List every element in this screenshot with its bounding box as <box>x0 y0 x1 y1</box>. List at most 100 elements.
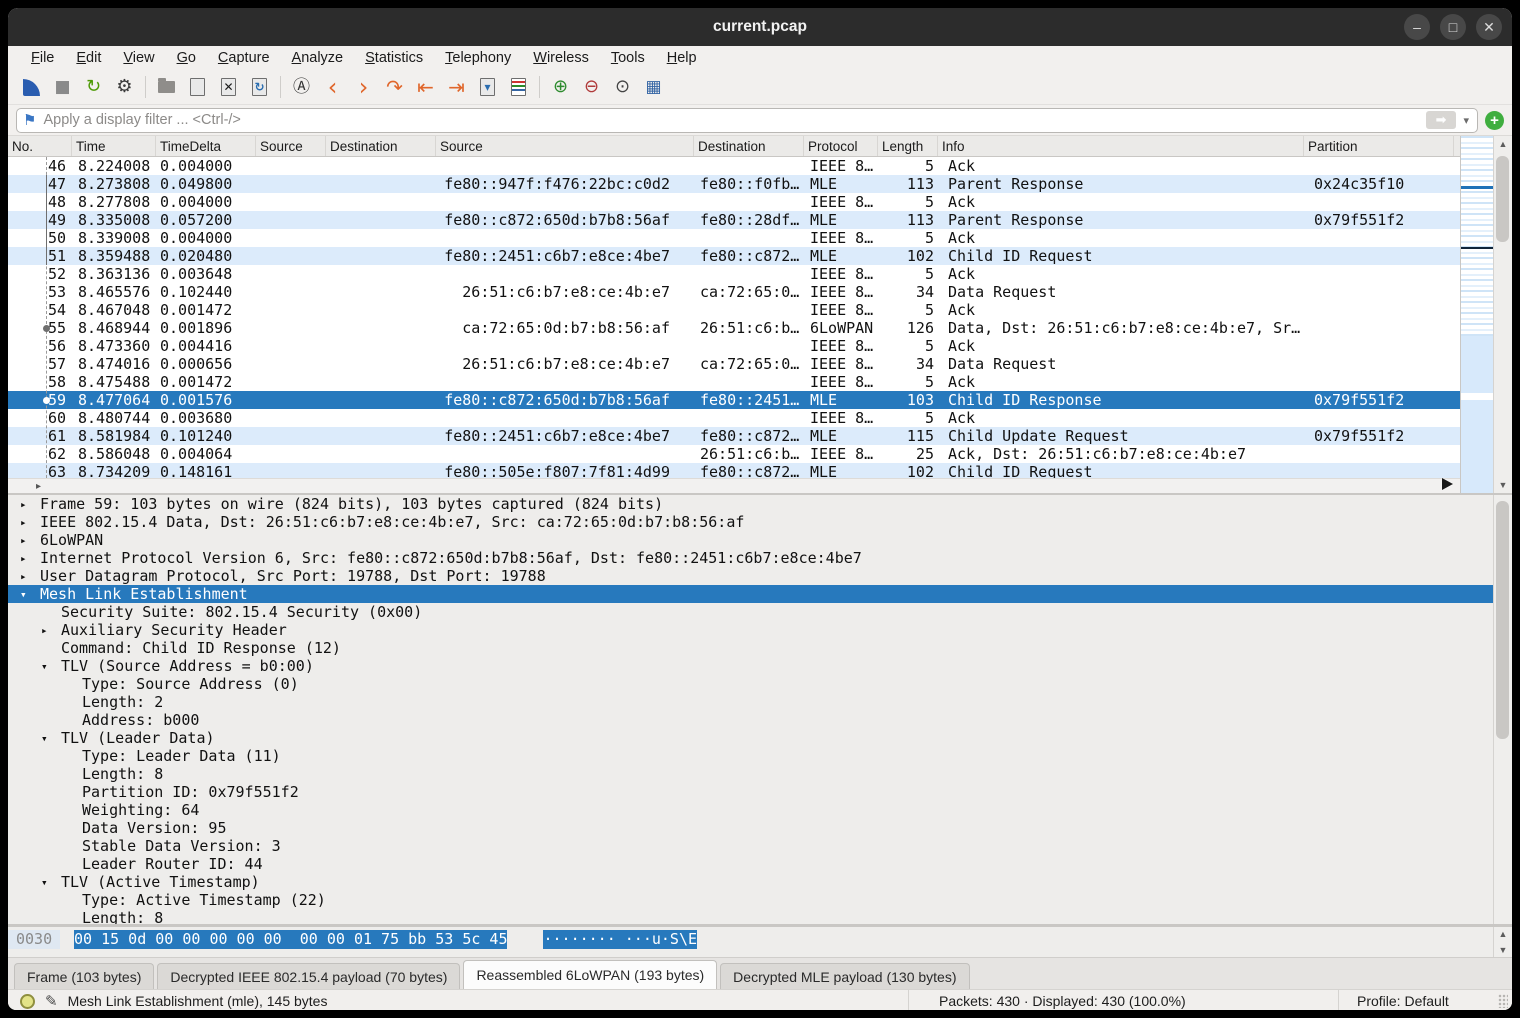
detail-row[interactable]: Partition ID: 0x79f551f2 <box>8 783 1493 801</box>
resize-grip[interactable] <box>1498 994 1508 1008</box>
menu-view[interactable]: View <box>112 49 165 67</box>
detail-row[interactable]: Type: Leader Data (11) <box>8 747 1493 765</box>
hex-row[interactable]: 0030 00 15 0d 00 00 00 00 00 00 00 01 75… <box>8 927 1493 957</box>
detail-row[interactable]: ▸Auxiliary Security Header <box>8 621 1493 639</box>
detail-vscrollbar[interactable] <box>1493 495 1512 924</box>
packet-row-59[interactable]: 598.4770640.001576fe80::c872:650d:b7b8:5… <box>8 391 1460 409</box>
maximize-button[interactable]: □ <box>1440 14 1466 40</box>
close-file-button[interactable]: ✕ <box>213 73 244 101</box>
scrollbar-thumb[interactable] <box>1496 156 1509 242</box>
detail-row[interactable]: Length: 8 <box>8 765 1493 783</box>
expanded-twisty-icon[interactable]: ▾ <box>41 873 61 891</box>
expanded-twisty-icon[interactable]: ▾ <box>41 729 61 747</box>
packet-list-vscrollbar[interactable]: ▲ ▼ <box>1493 136 1512 493</box>
detail-row[interactable]: Security Suite: 802.15.4 Security (0x00) <box>8 603 1493 621</box>
column-header-dst15[interactable]: Destination <box>326 136 436 156</box>
minimize-button[interactable]: – <box>1404 14 1430 40</box>
packet-row-63[interactable]: 638.7342090.148161fe80::505e:f807:7f81:4… <box>8 463 1460 478</box>
colorize-packets-button[interactable] <box>503 73 534 101</box>
find-packet-button[interactable]: Ⓐ <box>286 73 317 101</box>
column-header-no[interactable]: No. <box>8 136 72 156</box>
hex-bytes-selected[interactable]: 00 15 0d 00 00 00 00 00 00 00 01 75 bb 5… <box>74 930 507 949</box>
zoom-out-button[interactable]: ⊖ <box>576 73 607 101</box>
packet-row-48[interactable]: 488.2778080.004000IEEE 8…5Ack <box>8 193 1460 211</box>
detail-row[interactable]: ▸User Datagram Protocol, Src Port: 19788… <box>8 567 1493 585</box>
byte-tab-active[interactable]: Reassembled 6LoWPAN (193 bytes) <box>463 960 717 989</box>
packet-row-62[interactable]: 628.5860480.00406426:51:c6:b…IEEE 8…25Ac… <box>8 445 1460 463</box>
menu-help[interactable]: Help <box>656 49 708 67</box>
menu-wireless[interactable]: Wireless <box>522 49 600 67</box>
display-filter-input[interactable]: ⚑ Apply a display filter ... <Ctrl-/> ➡ … <box>16 108 1478 133</box>
scrollbar-thumb[interactable] <box>1496 501 1509 739</box>
packet-minimap[interactable] <box>1460 136 1493 493</box>
detail-row[interactable]: ▸6LoWPAN <box>8 531 1493 549</box>
collapsed-twisty-icon[interactable]: ▸ <box>20 513 40 531</box>
go-last-packet-button[interactable]: ⇥ <box>441 73 472 101</box>
detail-row[interactable]: Leader Router ID: 44 <box>8 855 1493 873</box>
detail-row[interactable]: Length: 8 <box>8 909 1493 924</box>
packet-row-61[interactable]: 618.5819840.101240fe80::2451:c6b7:e8ce:4… <box>8 427 1460 445</box>
scroll-down-icon[interactable]: ▼ <box>1494 480 1512 490</box>
scroll-down-icon[interactable]: ▼ <box>1494 945 1512 955</box>
packet-row-47[interactable]: 478.2738080.049800fe80::947f:f476:22bc:c… <box>8 175 1460 193</box>
resize-columns-button[interactable]: ▦ <box>638 73 669 101</box>
detail-row[interactable]: Stable Data Version: 3 <box>8 837 1493 855</box>
column-header-src15[interactable]: Source <box>256 136 326 156</box>
detail-row[interactable]: ▾TLV (Source Address = b0:00) <box>8 657 1493 675</box>
detail-row[interactable]: ▸Frame 59: 103 bytes on wire (824 bits),… <box>8 495 1493 513</box>
detail-row[interactable]: ▸Internet Protocol Version 6, Src: fe80:… <box>8 549 1493 567</box>
byte-tab[interactable]: Decrypted MLE payload (130 bytes) <box>720 963 969 989</box>
packet-row-51[interactable]: 518.3594880.020480fe80::2451:c6b7:e8ce:4… <box>8 247 1460 265</box>
expert-info-icon[interactable] <box>20 994 35 1009</box>
menu-go[interactable]: Go <box>166 49 207 67</box>
byte-tab[interactable]: Frame (103 bytes) <box>14 963 154 989</box>
apply-filter-button[interactable]: ➡ <box>1426 111 1457 129</box>
close-button[interactable]: ✕ <box>1476 14 1502 40</box>
menu-capture[interactable]: Capture <box>207 49 281 67</box>
stop-capture-button[interactable]: ■ <box>47 73 78 101</box>
menu-edit[interactable]: Edit <box>65 49 112 67</box>
zoom-in-button[interactable]: ⊕ <box>545 73 576 101</box>
go-to-packet-button[interactable]: ↷ <box>379 73 410 101</box>
save-file-button[interactable] <box>182 73 213 101</box>
packet-row-58[interactable]: 588.4754880.001472IEEE 8…5Ack <box>8 373 1460 391</box>
packet-row-46[interactable]: 468.2240080.004000IEEE 8…5Ack <box>8 157 1460 175</box>
start-capture-button[interactable] <box>16 73 47 101</box>
scroll-up-icon[interactable]: ▲ <box>1494 929 1512 939</box>
go-first-packet-button[interactable]: ⇤ <box>410 73 441 101</box>
column-header-dst[interactable]: Destination <box>694 136 804 156</box>
collapsed-twisty-icon[interactable]: ▸ <box>20 567 40 585</box>
detail-row[interactable]: ▾TLV (Leader Data) <box>8 729 1493 747</box>
column-header-proto[interactable]: Protocol <box>804 136 878 156</box>
hscroll-arrow-icon[interactable]: ▸ <box>36 481 41 492</box>
add-filter-button[interactable]: + <box>1485 111 1504 130</box>
hex-vscrollbar[interactable]: ▲ ▼ <box>1493 927 1512 957</box>
menu-tools[interactable]: Tools <box>600 49 656 67</box>
packet-row-49[interactable]: 498.3350080.057200fe80::c872:650d:b7b8:5… <box>8 211 1460 229</box>
packet-row-53[interactable]: 538.4655760.10244026:51:c6:b7:e8:ce:4b:e… <box>8 283 1460 301</box>
capture-options-button[interactable]: ⚙ <box>109 73 140 101</box>
status-profile[interactable]: Profile: Default <box>1338 990 1498 1010</box>
packet-row-57[interactable]: 578.4740160.00065626:51:c6:b7:e8:ce:4b:e… <box>8 355 1460 373</box>
packet-row-50[interactable]: 508.3390080.004000IEEE 8…5Ack <box>8 229 1460 247</box>
detail-row[interactable]: Type: Source Address (0) <box>8 675 1493 693</box>
detail-row[interactable]: Command: Child ID Response (12) <box>8 639 1493 657</box>
packet-row-56[interactable]: 568.4733600.004416IEEE 8…5Ack <box>8 337 1460 355</box>
bookmark-icon[interactable]: ⚑ <box>23 113 36 128</box>
collapsed-twisty-icon[interactable]: ▸ <box>20 549 40 567</box>
packet-row-55[interactable]: 558.4689440.001896ca:72:65:0d:b7:b8:56:a… <box>8 319 1460 337</box>
column-header-src[interactable]: Source <box>436 136 694 156</box>
detail-row[interactable]: Weighting: 64 <box>8 801 1493 819</box>
menu-statistics[interactable]: Statistics <box>354 49 434 67</box>
restart-capture-button[interactable]: ↻ <box>78 73 109 101</box>
column-header-time[interactable]: Time <box>72 136 156 156</box>
capture-comment-icon[interactable]: ✎ <box>45 992 58 1010</box>
detail-row[interactable]: Address: b000 <box>8 711 1493 729</box>
auto-scroll-button[interactable]: ▾ <box>472 73 503 101</box>
column-header-delta[interactable]: TimeDelta <box>156 136 256 156</box>
detail-row[interactable]: ▾TLV (Active Timestamp) <box>8 873 1493 891</box>
open-file-button[interactable] <box>151 73 182 101</box>
detail-row[interactable]: ▾Mesh Link Establishment <box>8 585 1493 603</box>
go-forward-button[interactable]: › <box>348 73 379 101</box>
menu-telephony[interactable]: Telephony <box>434 49 522 67</box>
